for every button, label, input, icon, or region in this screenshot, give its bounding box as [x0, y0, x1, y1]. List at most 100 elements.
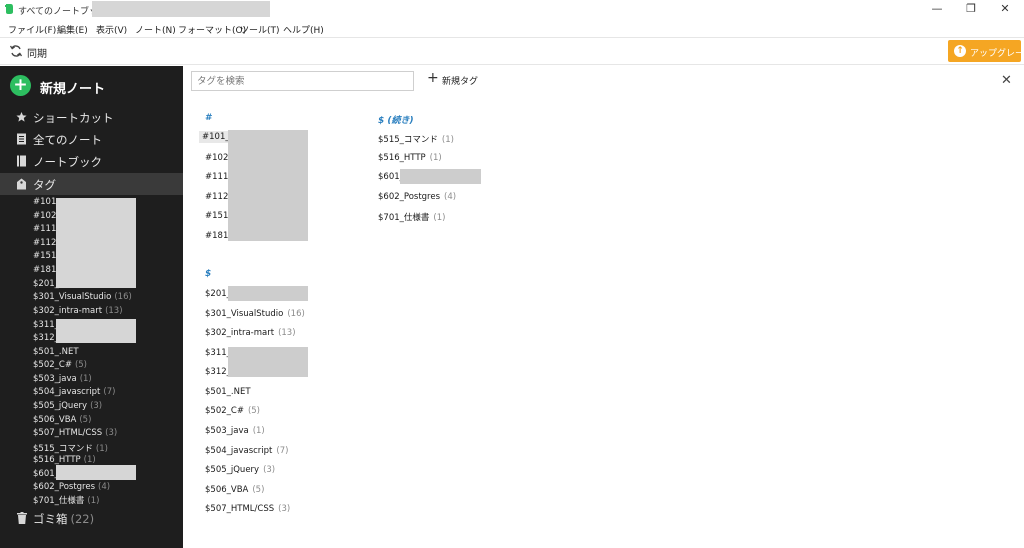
sidebar-item-all-notes[interactable]: 全てのノート: [0, 128, 183, 150]
redacted-block: [228, 130, 308, 241]
sidebar-tag-item[interactable]: $501_.NET: [33, 347, 82, 357]
sidebar-tag-item[interactable]: $301_VisualStudio (16): [33, 292, 132, 302]
sidebar-tag-item[interactable]: $701_仕様書 (1): [33, 494, 99, 506]
evernote-logo-icon: [5, 4, 13, 14]
tag-name: $301_VisualStudio: [205, 309, 284, 319]
sidebar-item-shortcuts[interactable]: ショートカット: [0, 106, 183, 128]
tag-item[interactable]: $501_.NET: [205, 387, 255, 397]
tag-name: $201_: [205, 289, 231, 299]
tag-item[interactable]: $505_jQuery (3): [205, 465, 275, 475]
tag-count: (3): [278, 504, 291, 514]
tag-count: (7): [276, 446, 289, 456]
sidebar-tag-item[interactable]: $506_VBA (5): [33, 415, 91, 425]
sidebar-tag-item[interactable]: $507_HTML/CSS (3): [33, 428, 117, 438]
tag-count: (7): [103, 387, 116, 397]
tag-name: $602_Postgres: [378, 192, 441, 202]
redacted-block: [56, 465, 136, 480]
trash-count: (22): [70, 512, 95, 526]
sidebar-tag-item[interactable]: $302_intra-mart (13): [33, 306, 123, 316]
menu-format[interactable]: フォーマット(O): [178, 23, 246, 36]
redacted-block: [400, 169, 481, 184]
star-icon: [16, 111, 27, 122]
sidebar-item-tags[interactable]: タグ: [0, 173, 183, 195]
sidebar-tag-item[interactable]: $505_jQuery (3): [33, 401, 102, 411]
tag-count: (1): [433, 213, 446, 223]
tag-name: $302_intra-mart: [205, 328, 275, 338]
section-heading-dollar: $: [205, 269, 212, 279]
tag-search-input[interactable]: [191, 71, 414, 91]
tag-name: $301_VisualStudio: [33, 292, 112, 302]
tag-item[interactable]: $516_HTTP (1): [378, 153, 442, 163]
redacted-block: [56, 198, 136, 288]
tag-count: (5): [252, 485, 265, 495]
tag-count: (16): [287, 309, 305, 319]
sidebar-item-trash[interactable]: ゴミ箱 (22): [0, 508, 183, 528]
menu-note[interactable]: ノート(N): [135, 23, 176, 36]
tag-name: $602_Postgres: [33, 482, 96, 492]
tag-item[interactable]: $515_コマンド (1): [378, 133, 454, 145]
tag-item[interactable]: $602_Postgres (4): [378, 192, 456, 202]
tag-item[interactable]: $502_C# (5): [205, 406, 260, 416]
menu-file[interactable]: ファイル(F): [8, 23, 56, 36]
tag-count: (13): [105, 306, 123, 316]
sidebar: + 新規ノート ショートカット 全てのノート ノートブック タグ #101_ #…: [0, 66, 183, 548]
tag-name: $507_HTML/CSS: [33, 428, 103, 438]
title-bar: すべてのノートブック - — ❐ ✕: [0, 0, 1024, 20]
menu-edit[interactable]: 編集(E): [57, 23, 88, 36]
menu-view[interactable]: 表示(V): [96, 23, 127, 36]
new-note-label: 新規ノート: [40, 82, 106, 97]
restore-button[interactable]: ❐: [954, 0, 988, 20]
tag-item[interactable]: $503_java (1): [205, 426, 265, 436]
upgrade-button[interactable]: ↑ アップグレード: [948, 40, 1024, 62]
tag-item[interactable]: $301_VisualStudio (16): [205, 309, 305, 319]
sidebar-item-label: タグ: [33, 178, 56, 192]
sidebar-tag-item[interactable]: $504_javascript (7): [33, 387, 115, 397]
tag-count: (1): [87, 496, 100, 506]
sidebar-tag-item[interactable]: $602_Postgres (4): [33, 482, 110, 492]
tag-name: $311_: [205, 348, 231, 358]
tag-count: (4): [444, 192, 457, 202]
tag-name: $601_: [33, 469, 59, 479]
tag-name: $515_コマンド: [378, 135, 438, 145]
tag-count: (13): [278, 328, 296, 338]
tag-count: (1): [79, 374, 92, 384]
menu-help[interactable]: ヘルプ(H): [283, 23, 324, 36]
upgrade-arrow-icon: ↑: [954, 45, 966, 57]
tag-name: $505_jQuery: [33, 401, 88, 411]
tag-count: (4): [98, 482, 111, 492]
tag-name: $504_javascript: [205, 446, 273, 456]
sidebar-tag-item[interactable]: $503_java (1): [33, 374, 92, 384]
tag-name: $503_java: [205, 426, 249, 436]
sidebar-tag-item[interactable]: $515_コマンド (1): [33, 442, 108, 454]
note-icon: [17, 133, 26, 145]
tag-name: $501_.NET: [33, 347, 79, 357]
sync-icon[interactable]: [9, 44, 23, 58]
close-icon[interactable]: ✕: [1001, 73, 1012, 88]
sync-button[interactable]: 同期: [27, 45, 47, 60]
tag-item[interactable]: $504_javascript (7): [205, 446, 288, 456]
plus-icon: +: [427, 70, 439, 86]
window-close-button[interactable]: ✕: [988, 0, 1022, 20]
tag-list-panel: + 新規タグ ✕ # #101_ #102_ #111_ #112_ #151_…: [183, 66, 1024, 548]
tag-item[interactable]: $302_intra-mart (13): [205, 328, 296, 338]
redacted-block: [228, 286, 308, 301]
menu-tools[interactable]: ツール(T): [240, 23, 280, 36]
sidebar-item-label: 全てのノート: [33, 133, 102, 147]
tag-name: $505_jQuery: [205, 465, 260, 475]
section-heading-dollar-continued: $ (続き): [378, 116, 414, 126]
tag-item[interactable]: $701_仕様書 (1): [378, 211, 445, 223]
redacted-block: [228, 347, 308, 377]
tag-item[interactable]: $507_HTML/CSS (3): [205, 504, 290, 514]
redacted-block: [56, 319, 136, 343]
tag-name: $311_: [33, 320, 59, 330]
sidebar-tag-item[interactable]: $502_C# (5): [33, 360, 87, 370]
minimize-button[interactable]: —: [920, 0, 954, 20]
sidebar-tag-item[interactable]: $516_HTTP (1): [33, 455, 96, 465]
redacted-block: [92, 1, 270, 17]
sidebar-item-notebooks[interactable]: ノートブック: [0, 150, 183, 172]
tag-icon: [17, 178, 26, 190]
tag-count: (3): [263, 465, 276, 475]
tag-item[interactable]: $506_VBA (5): [205, 485, 264, 495]
trash-label: ゴミ箱 (22): [33, 511, 94, 527]
tag-count: (5): [247, 406, 260, 416]
